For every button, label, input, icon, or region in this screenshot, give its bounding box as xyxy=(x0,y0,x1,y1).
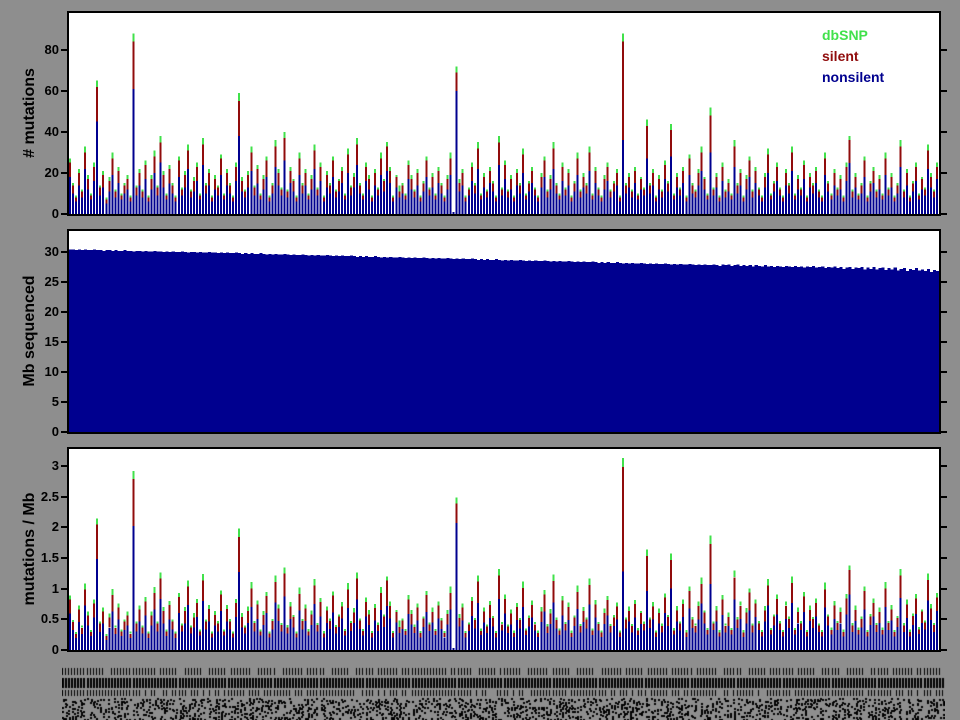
y-tick xyxy=(941,588,947,590)
legend-item-silent: silent xyxy=(822,48,859,64)
bars-mutations-per-mb xyxy=(69,458,938,650)
y-tick-label: 20 xyxy=(44,165,59,180)
y-tick xyxy=(941,557,947,559)
y-tick-label: 80 xyxy=(44,42,59,57)
y-tick xyxy=(61,49,67,51)
y-tick xyxy=(941,526,947,528)
y-tick xyxy=(941,90,947,92)
y-tick xyxy=(61,281,67,283)
figure-canvas: { "colors": { "background": "#8e8e8e", "… xyxy=(0,0,960,720)
legend: dbSNP silent nonsilent xyxy=(822,25,884,88)
y-tick xyxy=(61,649,67,651)
y-axis-label-num-mutations: # mutations xyxy=(21,68,38,158)
y-tick-label: 0 xyxy=(51,206,59,221)
panel-mb-sequenced: 0 5 10 15 20 25 30 xyxy=(45,229,947,439)
y-tick xyxy=(61,588,67,590)
y-tick xyxy=(941,401,947,403)
bars-mb-sequenced xyxy=(69,249,939,432)
y-tick xyxy=(941,281,947,283)
y-tick xyxy=(941,213,947,215)
y-tick xyxy=(61,90,67,92)
y-tick-label: 3 xyxy=(51,458,59,473)
panel-num-mutations: dbSNP silent nonsilent 0 20 40 60 80 xyxy=(45,11,947,221)
sample-labels-illegible xyxy=(62,666,945,720)
y-tick xyxy=(61,371,67,373)
y-tick xyxy=(61,618,67,620)
y-tick xyxy=(941,371,947,373)
y-tick xyxy=(61,131,67,133)
y-axis-label-mutations-per-mb: mutations / Mb xyxy=(21,492,38,606)
y-tick xyxy=(941,341,947,343)
y-tick xyxy=(941,496,947,498)
y-tick xyxy=(61,213,67,215)
panel-mutations-per-mb: 0 0.5 1 1.5 2 2.5 3 xyxy=(41,447,947,657)
y-tick xyxy=(61,557,67,559)
y-tick xyxy=(941,649,947,651)
y-tick xyxy=(61,431,67,433)
y-tick xyxy=(61,172,67,174)
legend-item-dbsnp: dbSNP xyxy=(822,27,868,43)
y-tick xyxy=(61,526,67,528)
y-tick xyxy=(61,496,67,498)
legend-item-nonsilent: nonsilent xyxy=(822,69,885,85)
y-tick-label: 30 xyxy=(44,244,59,259)
y-tick-label: 5 xyxy=(51,394,59,409)
y-tick-label: 0.5 xyxy=(40,611,59,626)
y-tick xyxy=(61,311,67,313)
y-tick xyxy=(61,341,67,343)
y-tick-label: 0 xyxy=(51,424,59,439)
y-tick xyxy=(941,431,947,433)
y-tick xyxy=(61,401,67,403)
y-tick xyxy=(941,172,947,174)
y-tick-label: 0 xyxy=(51,642,59,657)
y-axis-label-mb-sequenced: Mb sequenced xyxy=(21,275,38,387)
y-tick xyxy=(941,131,947,133)
y-tick xyxy=(941,49,947,51)
y-tick xyxy=(941,251,947,253)
y-tick xyxy=(941,618,947,620)
y-tick xyxy=(61,465,67,467)
y-tick xyxy=(941,311,947,313)
y-tick xyxy=(941,465,947,467)
bars-num-mutations xyxy=(69,33,938,214)
y-tick xyxy=(61,251,67,253)
